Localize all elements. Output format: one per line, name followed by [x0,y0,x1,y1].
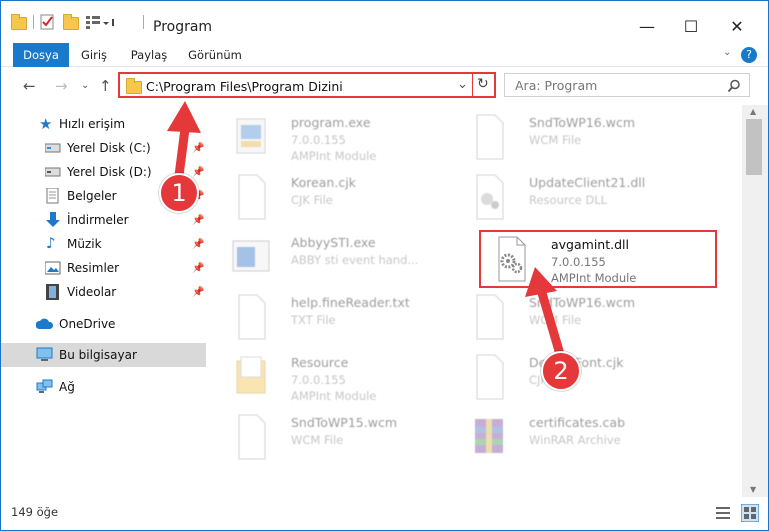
step-badge-2: 2 [541,351,581,391]
explorer-window: Program — ☐ ✕ Dosya Giriş Paylaş Görünüm… [0,0,769,531]
annotation-arrows [167,101,567,366]
step-badge-1: 1 [159,173,199,213]
